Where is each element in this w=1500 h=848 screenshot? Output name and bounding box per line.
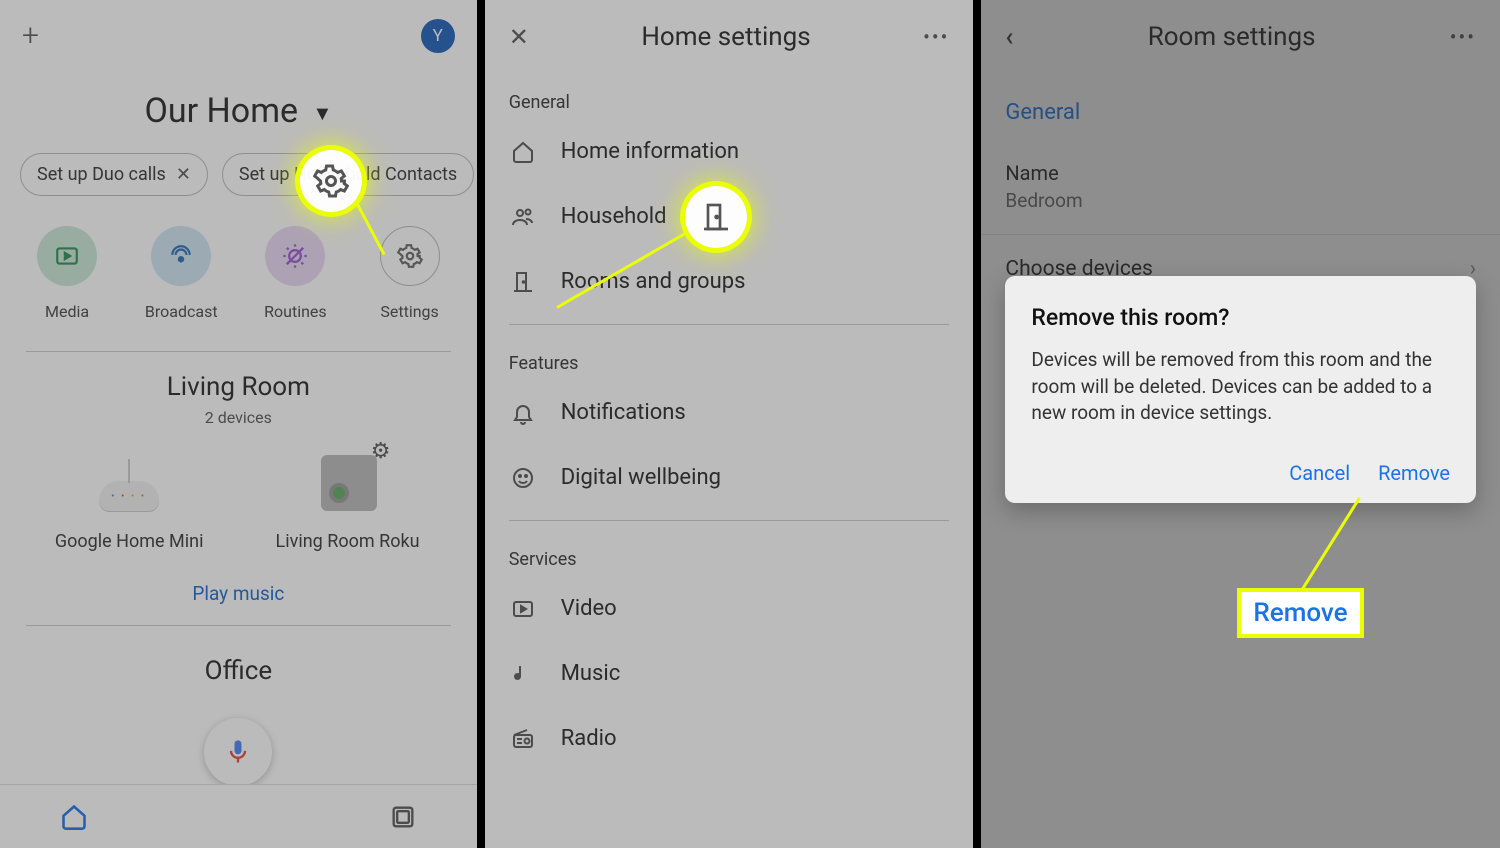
divider (26, 351, 451, 352)
gear-icon (380, 226, 440, 286)
mic-fab[interactable] (204, 718, 272, 786)
row-music[interactable]: Music (485, 641, 974, 706)
quick-routines[interactable]: Routines (240, 226, 350, 321)
callout-settings-icon (300, 150, 362, 212)
gear-icon: ⚙ (371, 439, 391, 464)
bell-icon (509, 401, 537, 425)
play-music-link[interactable]: Play music (0, 582, 477, 605)
dialog-title: Remove this room? (1031, 304, 1450, 331)
close-icon[interactable]: ✕ (176, 164, 191, 185)
music-icon (509, 662, 537, 686)
section-heading: General (485, 74, 974, 119)
device-google-home-mini[interactable]: Google Home Mini (29, 447, 229, 552)
dialog-remove-room: Remove this room? Devices will be remove… (1005, 276, 1476, 503)
nav-home[interactable] (60, 803, 88, 831)
cancel-button[interactable]: Cancel (1289, 461, 1350, 485)
row-radio[interactable]: Radio (485, 706, 974, 771)
section-heading: Features (485, 335, 974, 380)
dialog-body: Devices will be removed from this room a… (1031, 347, 1450, 427)
screen-home: + Y Our Home ▼ Set up Duo calls ✕ Set up… (0, 0, 477, 848)
chevron-down-icon: ▼ (312, 101, 332, 125)
name-label: Name (981, 135, 1500, 185)
row-video[interactable]: Video (485, 576, 974, 641)
roku-icon (321, 455, 377, 511)
row-home-information[interactable]: Home information (485, 119, 974, 184)
room-office: Office (0, 656, 477, 686)
page-title: Room settings (1013, 22, 1449, 52)
add-button[interactable]: + (22, 18, 39, 53)
bottom-nav (0, 784, 477, 848)
home-mini-icon (99, 481, 159, 511)
section-heading: Services (485, 531, 974, 576)
row-notifications[interactable]: Notifications (485, 380, 974, 445)
overflow-menu[interactable]: ••• (923, 25, 949, 49)
overflow-menu[interactable]: ••• (1450, 25, 1476, 49)
divider (509, 520, 950, 521)
home-dropdown[interactable]: Our Home ▼ (0, 91, 477, 131)
broadcast-icon (151, 226, 211, 286)
close-button[interactable]: ✕ (509, 23, 529, 51)
home-name: Our Home (144, 91, 298, 131)
people-icon (509, 205, 537, 229)
divider (509, 324, 950, 325)
quick-broadcast[interactable]: Broadcast (126, 226, 236, 321)
routines-icon (265, 226, 325, 286)
divider (26, 625, 451, 626)
radio-icon (509, 727, 537, 751)
wellbeing-icon (509, 466, 537, 490)
device-living-room-roku[interactable]: ⚙ Living Room Roku (248, 447, 448, 552)
page-title: Home settings (529, 22, 923, 52)
screen-room-settings: ‹ Room settings ••• General Name Bedroom… (981, 0, 1500, 848)
media-icon (37, 226, 97, 286)
room-living-room: Living Room (0, 372, 477, 402)
remove-button[interactable]: Remove (1378, 461, 1450, 485)
row-digital-wellbeing[interactable]: Digital wellbeing (485, 445, 974, 510)
home-icon (509, 140, 537, 164)
back-button[interactable]: ‹ (1005, 22, 1013, 52)
video-icon (509, 597, 537, 621)
nav-feed[interactable] (389, 803, 417, 831)
screen-home-settings: ✕ Home settings ••• General Home informa… (485, 0, 974, 848)
chip-duo-calls[interactable]: Set up Duo calls ✕ (20, 153, 208, 196)
door-icon (509, 270, 537, 294)
callout-rooms-icon (685, 186, 747, 248)
section-general: General (981, 74, 1500, 135)
room-device-count: 2 devices (0, 408, 477, 427)
quick-media[interactable]: Media (12, 226, 122, 321)
name-value[interactable]: Bedroom (981, 185, 1500, 234)
avatar[interactable]: Y (421, 19, 455, 53)
callout-remove: Remove (1237, 588, 1363, 638)
quick-settings[interactable]: Settings (355, 226, 465, 321)
